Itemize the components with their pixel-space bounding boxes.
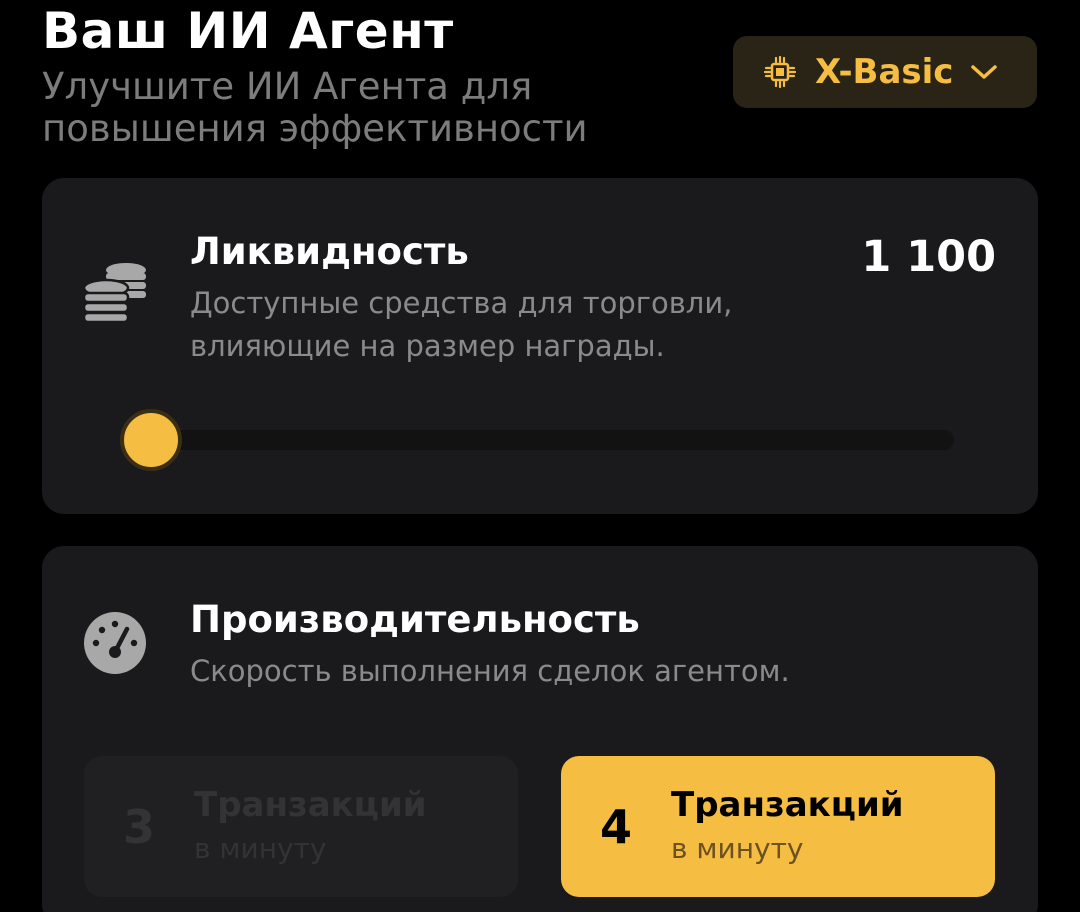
liquidity-slider-track[interactable] (150, 430, 954, 450)
tx-option-4[interactable]: 4 Транзакций в минуту (561, 756, 995, 897)
tx-option-number: 4 (599, 799, 632, 854)
tx-option-subtitle: в минуту (671, 831, 804, 865)
performance-title: Производительность (190, 598, 640, 641)
tx-option-title: Транзакций (194, 784, 427, 825)
tx-option-3[interactable]: 3 Транзакций в минуту (84, 756, 518, 897)
plan-select-button[interactable]: X-Basic (733, 36, 1037, 108)
liquidity-slider-thumb[interactable] (120, 409, 182, 471)
performance-card: Производительность Скорость выполнения с… (42, 546, 1038, 912)
tx-option-number: 3 (122, 799, 155, 854)
chevron-down-icon (971, 65, 998, 79)
coins-icon (82, 263, 146, 324)
plan-select-label: X-Basic (815, 52, 954, 92)
speedometer-icon (84, 612, 146, 674)
liquidity-card: Ликвидность 1 100 Доступные средства для… (42, 178, 1038, 514)
tx-option-subtitle: в минуту (194, 831, 327, 865)
agent-upgrade-screen: Ваш ИИ Агент Улучшите ИИ Агента для повы… (0, 0, 1080, 912)
liquidity-description: Доступные средства для торговли, влияющи… (190, 286, 733, 363)
page-title: Ваш ИИ Агент (42, 2, 454, 60)
chip-icon (763, 55, 797, 89)
tx-option-title: Транзакций (671, 784, 904, 825)
liquidity-value: 1 100 (861, 232, 996, 282)
liquidity-title: Ликвидность (190, 230, 469, 273)
performance-description: Скорость выполнения сделок агентом. (190, 654, 790, 688)
page-subtitle: Улучшите ИИ Агента для повышения эффекти… (42, 65, 588, 150)
